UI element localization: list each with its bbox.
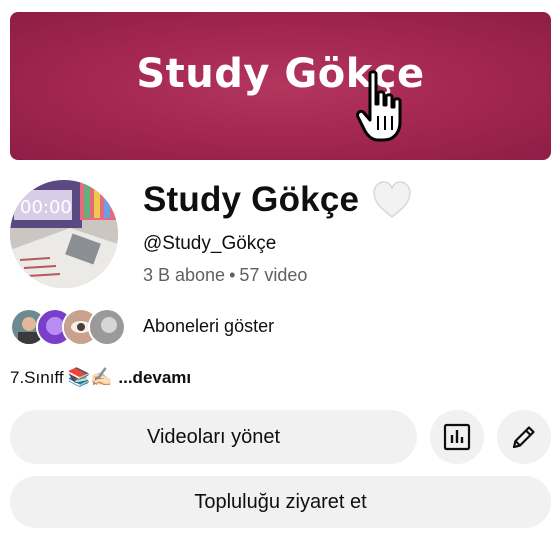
- books-writing-emoji: 📚✍🏻: [67, 367, 113, 387]
- channel-handle: @Study_Gökçe: [143, 233, 277, 254]
- subscriber-avatars: [10, 308, 126, 346]
- channel-name-row: Study Gökçe: [143, 180, 413, 220]
- bar-chart-icon: [443, 423, 471, 451]
- channel-avatar[interactable]: 00:00: [10, 180, 118, 288]
- svg-text:00:00: 00:00: [20, 197, 72, 218]
- channel-description[interactable]: 7.Sınıff 📚✍🏻 ...devamı: [10, 367, 191, 388]
- edit-channel-button[interactable]: [497, 410, 551, 464]
- visit-community-label: Topluluğu ziyaret et: [194, 490, 367, 513]
- visit-community-button[interactable]: Topluluğu ziyaret et: [10, 476, 551, 528]
- show-subscribers-label[interactable]: Aboneleri göster: [143, 316, 274, 337]
- show-subscribers-row[interactable]: Aboneleri göster: [10, 308, 274, 346]
- description-text: 7.Sınıff: [10, 367, 64, 387]
- video-count: 57 video: [239, 265, 308, 285]
- channel-banner: Study Gökçe: [10, 12, 551, 160]
- channel-name: Study Gökçe: [143, 180, 360, 219]
- hand-pointer-icon: [356, 70, 402, 142]
- manage-videos-label: Videoları yönet: [146, 425, 281, 448]
- analytics-button[interactable]: [430, 410, 484, 464]
- pencil-icon: [512, 426, 535, 449]
- manage-videos-button[interactable]: Videoları yönet: [10, 410, 417, 464]
- avatar-image: 00:00: [10, 180, 118, 288]
- description-more-link[interactable]: ...devamı: [118, 368, 191, 388]
- channel-stats: 3 B abone • 57 video: [143, 265, 307, 286]
- subscriber-avatar: [88, 308, 126, 346]
- subscriber-count: 3 B abone: [143, 265, 226, 285]
- meta-separator: •: [229, 265, 236, 285]
- white-heart-icon: [373, 181, 411, 218]
